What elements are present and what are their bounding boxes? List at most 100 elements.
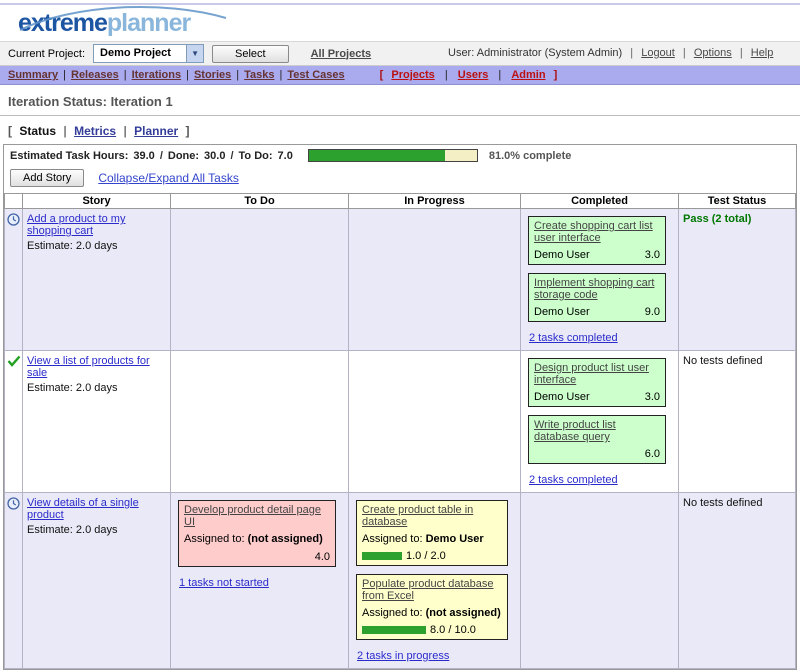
page-title: Iteration Status: Iteration 1 [8, 94, 173, 109]
task-user: Demo User [534, 391, 590, 403]
assigned-to-label: Assigned to: [362, 607, 423, 619]
bracket: ] [185, 124, 190, 138]
test-status-badge: No tests defined [683, 497, 763, 509]
nav-stories[interactable]: Stories [194, 69, 231, 81]
separator: | [123, 124, 127, 138]
iteration-progress-bar [307, 149, 478, 162]
logo-text-planner: planner [106, 9, 191, 37]
clock-icon [7, 213, 20, 226]
task-link[interactable]: Write product list database query [534, 419, 616, 443]
nav-projects[interactable]: Projects [391, 69, 434, 81]
tab-metrics[interactable]: Metrics [74, 124, 116, 138]
story-link[interactable]: View a list of products for sale [27, 355, 150, 379]
tasks-completed-link[interactable]: 2 tasks completed [529, 474, 618, 486]
separator: | [63, 69, 66, 81]
nav-releases[interactable]: Releases [71, 69, 119, 81]
completed-task-card: Create shopping cart list user interface… [528, 216, 666, 265]
story-estimate: Estimate: 2.0 days [27, 240, 118, 252]
task-progress-bar [362, 626, 426, 634]
inprogress-task-card: Populate product database from Excel Ass… [356, 574, 508, 640]
separator: / [230, 149, 234, 162]
select-button[interactable]: Select [212, 44, 289, 63]
separator: | [279, 69, 283, 81]
table-row: View a list of products for sale Estimat… [4, 350, 796, 493]
tab-status[interactable]: Status [19, 124, 56, 138]
user-label: User: Administrator (System Admin) [448, 47, 623, 59]
chevron-down-icon[interactable]: ▼ [186, 45, 204, 62]
percent-complete-label: 81.0% complete [488, 149, 572, 162]
story-estimate: Estimate: 2.0 days [27, 382, 118, 394]
separator: | [739, 47, 743, 59]
task-link[interactable]: Develop product detail page UI [184, 504, 321, 528]
user-area: User: Administrator (System Admin) | Log… [448, 47, 773, 59]
task-link[interactable]: Create shopping cart list user interface [534, 220, 653, 244]
all-projects-link[interactable]: All Projects [311, 48, 372, 60]
inprogress-task-card: Create product table in database Assigne… [356, 500, 508, 566]
app-logo[interactable]: extremeplanner [18, 5, 227, 38]
bracket: ] [553, 69, 558, 81]
story-estimate: Estimate: 2.0 days [27, 524, 118, 536]
nav-iterations[interactable]: Iterations [132, 69, 182, 81]
tasks-in-progress-link[interactable]: 2 tasks in progress [357, 650, 449, 662]
separator: | [682, 47, 686, 59]
task-assignee: Demo User [425, 533, 484, 545]
completed-task-card: Implement shopping cart storage code Dem… [528, 273, 666, 322]
tasks-not-started-link[interactable]: 1 tasks not started [179, 577, 269, 589]
table-header-row: Story To Do In Progress Completed Test S… [4, 193, 796, 209]
task-link[interactable]: Implement shopping cart storage code [534, 277, 654, 301]
task-link[interactable]: Design product list user interface [534, 362, 649, 386]
estimated-hours-label: Estimated Task Hours: [10, 149, 129, 162]
tasks-completed-link[interactable]: 2 tasks completed [529, 332, 618, 344]
task-link[interactable]: Create product table in database [362, 504, 473, 528]
test-status-badge: No tests defined [683, 355, 763, 367]
nav-users[interactable]: Users [458, 69, 489, 81]
table-row: View details of a single product Estimat… [4, 492, 796, 669]
task-progress-text: 8.0 / 10.0 [430, 624, 476, 636]
assigned-to-label: Assigned to: [362, 533, 423, 545]
separator: | [123, 69, 127, 81]
story-link[interactable]: Add a product to my shopping cart [27, 213, 125, 237]
task-assignee: (not assigned) [247, 533, 323, 545]
tab-planner[interactable]: Planner [134, 124, 178, 138]
logout-link[interactable]: Logout [641, 47, 675, 59]
help-link[interactable]: Help [751, 47, 774, 59]
nav-test-cases[interactable]: Test Cases [287, 69, 344, 81]
task-hours: 6.0 [644, 448, 660, 460]
nav-tasks[interactable]: Tasks [244, 69, 274, 81]
teststatus-column-header: Test Status [678, 193, 796, 209]
toolbar: Add Story Collapse/Expand All Tasks [4, 164, 796, 193]
separator: | [186, 69, 189, 81]
todo-hours-label: To Do: [238, 149, 273, 162]
story-link[interactable]: View details of a single product [27, 497, 139, 521]
iteration-board-table: Story To Do In Progress Completed Test S… [4, 193, 796, 669]
project-select-value: Demo Project [100, 47, 171, 59]
current-project-label: Current Project: [8, 47, 86, 60]
separator: | [498, 69, 502, 81]
nav-summary[interactable]: Summary [8, 69, 58, 81]
task-hours-summary: Estimated Task Hours: 39.0 / Done: 30.0 … [4, 145, 796, 164]
bracket: [ [8, 124, 12, 138]
separator: | [630, 47, 634, 59]
app-header: extremeplanner [0, 5, 800, 41]
icon-column-header [4, 193, 23, 209]
project-select[interactable]: Demo Project ▼ [93, 44, 205, 63]
main-nav: Summary | Releases | Iterations | Stories | … [0, 66, 800, 85]
clock-icon [7, 497, 20, 510]
iteration-status-panel: Estimated Task Hours: 39.0 / Done: 30.0 … [3, 144, 797, 670]
completed-task-card: Design product list user interface Demo … [528, 358, 666, 407]
separator: / [159, 149, 163, 162]
admin-nav-group: [ Projects | Users | Admin ] [377, 69, 561, 81]
todo-hours-value: 7.0 [277, 149, 293, 162]
table-row: Add a product to my shopping cart Estima… [4, 208, 796, 351]
options-link[interactable]: Options [694, 47, 732, 59]
check-icon [7, 355, 20, 367]
completed-task-card: Write product list database query 6.0 [528, 415, 666, 464]
task-user: Demo User [534, 249, 590, 261]
estimated-hours-value: 39.0 [133, 149, 155, 162]
project-bar: Current Project: Demo Project ▼ Select A… [0, 41, 800, 66]
collapse-expand-link[interactable]: Collapse/Expand All Tasks [98, 171, 239, 185]
nav-admin[interactable]: Admin [511, 69, 545, 81]
task-progress-text: 1.0 / 2.0 [406, 550, 446, 562]
task-link[interactable]: Populate product database from Excel [362, 578, 494, 602]
add-story-button[interactable]: Add Story [10, 169, 85, 187]
